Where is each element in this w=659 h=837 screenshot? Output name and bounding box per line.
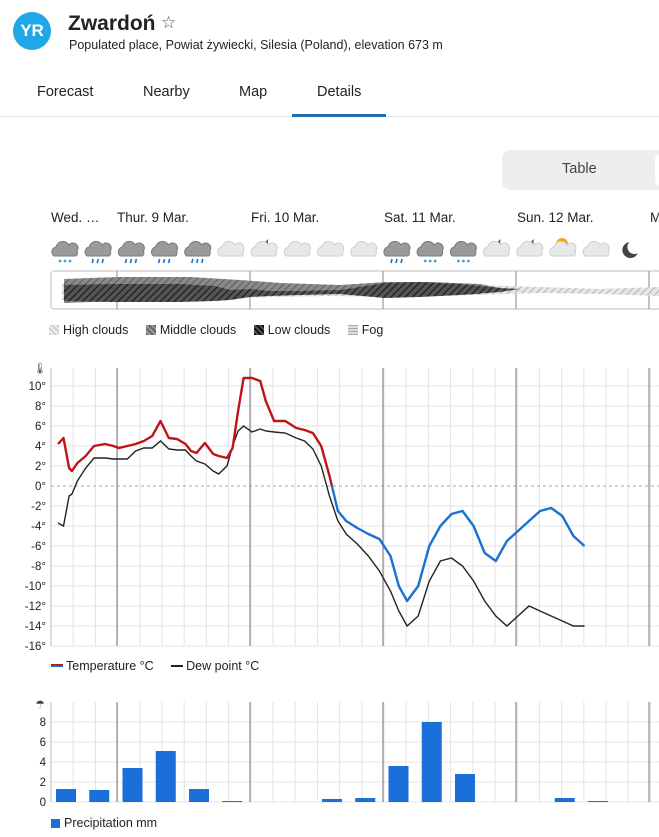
day-label: Sat. 11 Mar. xyxy=(384,210,456,225)
rain-cloud-icon xyxy=(84,240,112,264)
precipitation-bar xyxy=(355,798,376,802)
sun-cloud-icon xyxy=(549,238,577,257)
high-clouds-legend: High clouds xyxy=(63,323,129,337)
temperature-swatch xyxy=(51,664,63,667)
temperature-chart: 10° 8° 6° 4° 2° 0° -2° -4° -6° -8° -10° -12° -14° -16… xyxy=(25,362,659,653)
precipitation-bar xyxy=(421,722,442,802)
y-tick-label: -10° xyxy=(25,581,46,593)
dew-point-legend-label: Dew point °C xyxy=(186,659,260,673)
temperature-line-warm xyxy=(57,376,334,487)
y-tick-label: 6 xyxy=(40,737,46,749)
cloud-icon xyxy=(582,240,610,257)
tab-bar: Forecast Nearby Map Details xyxy=(0,76,659,117)
y-tick-label: 10° xyxy=(29,381,46,393)
day-label: Thur. 9 Mar. xyxy=(117,210,190,225)
moon-icon xyxy=(622,240,642,258)
table-toggle-label[interactable]: Table xyxy=(562,161,597,177)
fog-swatch xyxy=(347,325,358,335)
tab-forecast[interactable]: Forecast xyxy=(37,84,93,100)
page-title: Zwardoń xyxy=(68,12,156,35)
y-tick-label: 8° xyxy=(35,401,46,413)
y-tick-label: -2° xyxy=(31,501,46,513)
cloud-icon xyxy=(350,240,378,257)
cloud-legend: High clouds Middle clouds Low clouds Fog xyxy=(49,323,383,337)
tab-details[interactable]: Details xyxy=(317,84,361,100)
y-tick-label: 4 xyxy=(40,757,47,769)
active-tab-indicator xyxy=(292,114,386,117)
precipitation-bar xyxy=(189,789,209,802)
temperature-line-cold xyxy=(330,485,586,603)
day-label: M xyxy=(650,210,659,225)
moon-cloud-icon xyxy=(516,237,544,257)
y-tick-label: 8 xyxy=(40,717,46,729)
location-header: YR Zwardoń ☆ Populated place, Powiat żyw… xyxy=(0,0,659,70)
umbrella-icon: ☂ xyxy=(35,699,45,711)
low-clouds-swatch xyxy=(253,325,264,335)
y-tick-label: 2 xyxy=(40,777,46,789)
y-tick-label: 0 xyxy=(40,797,46,809)
y-tick-label: 2° xyxy=(35,461,46,473)
cloud-icon xyxy=(217,240,245,257)
dew-point-swatch xyxy=(171,665,184,667)
cloud-icon xyxy=(317,240,345,257)
y-tick-label: -6° xyxy=(31,541,46,553)
precipitation-bar xyxy=(155,751,176,802)
rain-cloud-icon xyxy=(151,240,179,264)
low-clouds-legend: Low clouds xyxy=(267,323,331,337)
location-subtitle: Populated place, Powiat żywiecki, Silesi… xyxy=(69,38,443,52)
yr-logo[interactable]: YR xyxy=(13,12,51,50)
precipitation-bar xyxy=(455,774,475,802)
rain-cloud-icon xyxy=(117,240,145,264)
snow-cloud-icon xyxy=(449,240,477,263)
weather-icon-row xyxy=(51,237,642,264)
precipitation-bar xyxy=(322,799,342,802)
y-tick-label: -16° xyxy=(25,641,46,653)
precipitation-bar xyxy=(222,801,243,802)
precipitation-bar xyxy=(388,766,409,802)
y-tick-label: -4° xyxy=(31,521,46,533)
precipitation-chart: 8 6 4 2 0 ☂ xyxy=(35,699,659,809)
precipitation-legend-label: Precipitation mm xyxy=(64,816,158,830)
moon-cloud-icon xyxy=(483,237,511,257)
middle-clouds-legend: Middle clouds xyxy=(159,323,237,337)
y-tick-label: -12° xyxy=(25,601,46,613)
precipitation-bar xyxy=(588,801,608,802)
view-toggle[interactable]: Table xyxy=(502,150,659,190)
day-label: Sun. 12 Mar. xyxy=(517,210,594,225)
y-tick-label: 0° xyxy=(35,481,46,493)
rain-cloud-icon xyxy=(184,240,212,264)
precipitation-bar xyxy=(56,789,76,802)
y-tick-label: 4° xyxy=(35,441,46,453)
middle-clouds-swatch xyxy=(145,325,156,335)
tab-nearby[interactable]: Nearby xyxy=(143,84,190,100)
temperature-legend: Temperature °C Dew point °C xyxy=(51,659,259,673)
snow-cloud-icon xyxy=(416,240,444,263)
moon-cloud-icon xyxy=(250,237,278,257)
cloud-cover-band xyxy=(50,270,659,310)
precipitation-bar xyxy=(122,768,143,802)
fog-legend: Fog xyxy=(361,323,384,337)
y-tick-label: -8° xyxy=(31,561,46,573)
thermometer-icon: 🌡 xyxy=(33,362,47,375)
day-label: Wed. … xyxy=(51,210,100,225)
y-tick-label: -14° xyxy=(25,621,46,633)
precipitation-legend: Precipitation mm xyxy=(51,816,157,830)
precipitation-swatch xyxy=(51,819,60,828)
snow-cloud-icon xyxy=(51,240,79,263)
precipitation-bar xyxy=(554,798,575,802)
rain-cloud-icon xyxy=(383,240,411,264)
toggle-knob[interactable] xyxy=(655,154,659,186)
high-clouds-swatch xyxy=(49,325,59,335)
day-label: Fri. 10 Mar. xyxy=(251,210,320,225)
precipitation-bar xyxy=(89,790,110,802)
tab-map[interactable]: Map xyxy=(239,84,267,100)
y-tick-label: 6° xyxy=(35,421,46,433)
temperature-legend-label: Temperature °C xyxy=(66,659,154,673)
favorite-star-icon[interactable]: ☆ xyxy=(161,13,176,33)
cloud-icon xyxy=(283,240,311,257)
